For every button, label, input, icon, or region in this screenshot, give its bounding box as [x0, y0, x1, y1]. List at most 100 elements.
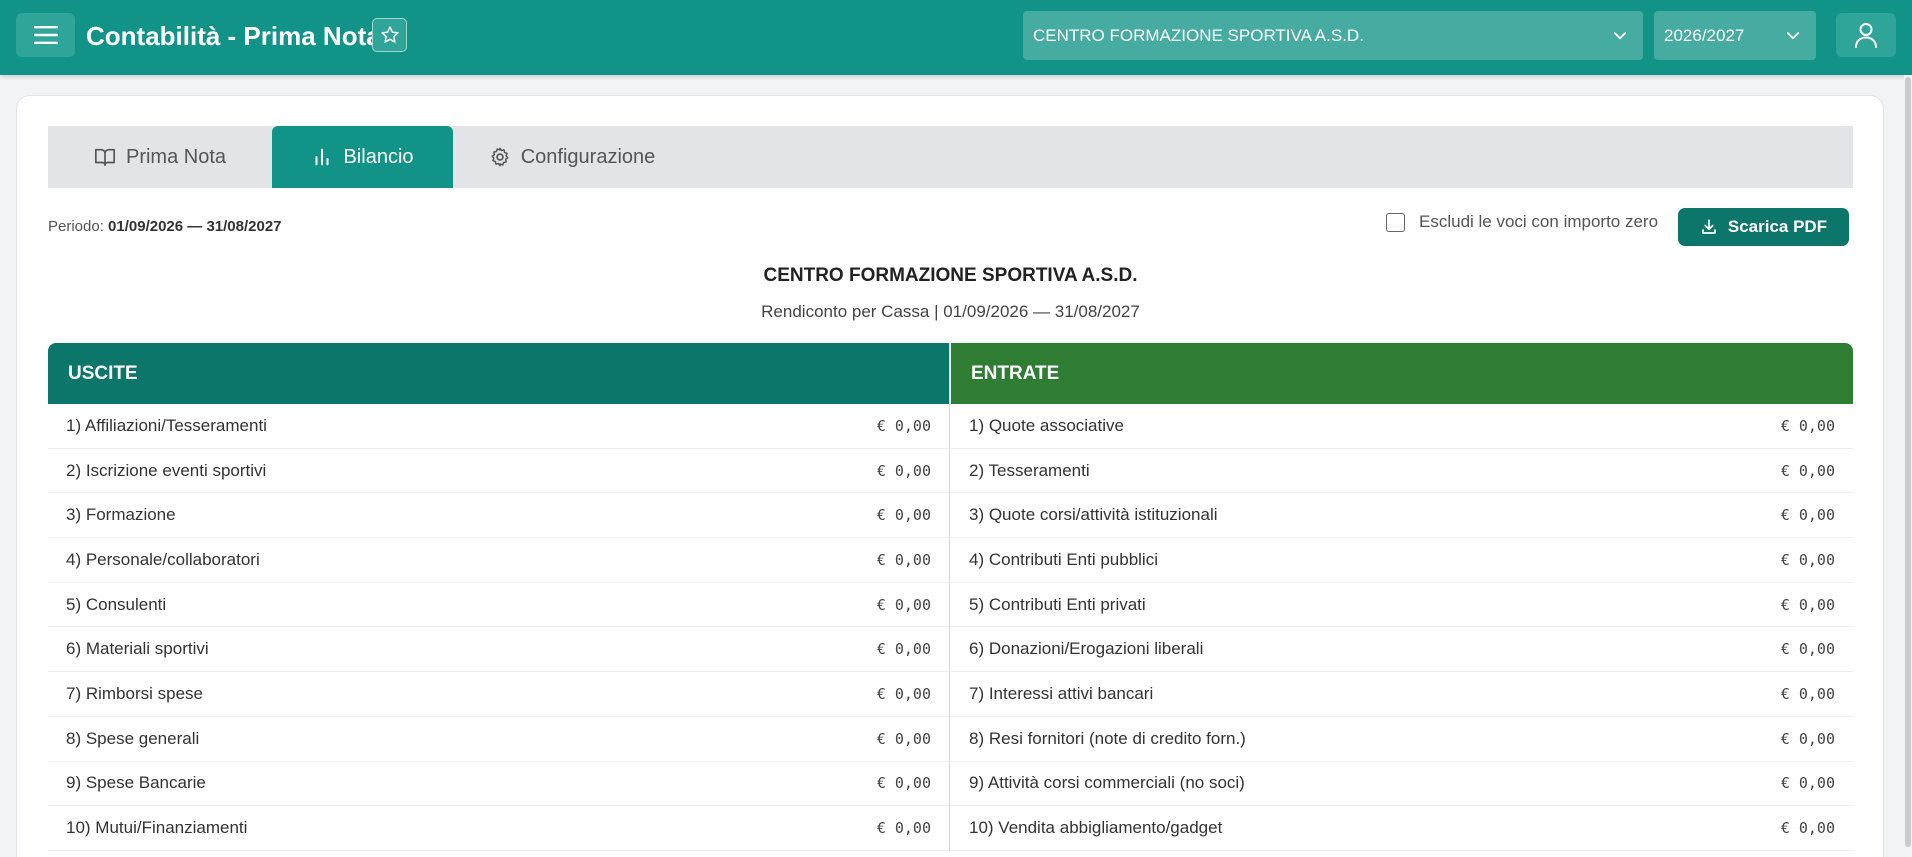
exclude-zero-checkbox[interactable]: Escludi le voci con importo zero — [1386, 212, 1658, 232]
table-row: 7) Rimborsi spese € 0,00 — [48, 672, 949, 717]
checkbox[interactable] — [1386, 212, 1405, 232]
row-label: 10) Mutui/Finanziamenti — [66, 818, 248, 838]
row-label: 2) Tesseramenti — [969, 460, 1090, 480]
table-row: 3) Formazione € 0,00 — [48, 493, 949, 539]
tab-bilancio[interactable]: Bilancio — [272, 126, 453, 188]
download-pdf-button[interactable]: Scarica PDF — [1678, 208, 1849, 246]
bar-chart-icon — [315, 148, 329, 166]
tab-bar: Prima Nota Bilancio Configurazione — [48, 126, 1853, 188]
row-label: 4) Personale/collaboratori — [66, 549, 260, 569]
table-row: 6) Donazioni/Erogazioni liberali € 0,00 — [951, 627, 1853, 673]
row-amount: € 0,00 — [1780, 684, 1835, 703]
table-row: 9) Attività corsi commerciali (no soci) €… — [951, 762, 1853, 807]
row-amount: € 0,00 — [876, 416, 931, 435]
tab-label: Bilancio — [343, 145, 414, 168]
row-label: 3) Quote corsi/attività istituzionali — [969, 505, 1218, 525]
table-row: 2) Iscrizione eventi sportivi € 0,00 — [48, 449, 949, 494]
row-amount: € 0,00 — [1780, 819, 1835, 838]
gear-icon — [491, 147, 509, 167]
row-amount: € 0,00 — [1780, 461, 1835, 480]
row-amount: € 0,00 — [876, 595, 931, 614]
row-label: 4) Contributi Enti pubblici — [969, 549, 1158, 569]
row-amount: € 0,00 — [876, 506, 931, 525]
uscite-header: USCITE — [48, 343, 949, 404]
star-icon — [380, 26, 399, 43]
row-label: 2) Iscrizione eventi sportivi — [66, 460, 267, 480]
chevron-down-icon — [1786, 32, 1800, 40]
entrate-header: ENTRATE — [951, 343, 1853, 404]
row-amount: € 0,00 — [876, 461, 931, 480]
row-label: 6) Donazioni/Erogazioni liberali — [969, 639, 1204, 659]
table-row: 10) Mutui/Finanziamenti € 0,00 — [48, 806, 949, 851]
table-row: 10) Vendita abbigliamento/gadget € 0,00 — [951, 806, 1853, 851]
table-row: 3) Quote corsi/attività istituzionali € 0… — [951, 493, 1853, 539]
row-label: 9) Spese Bancarie — [66, 773, 206, 793]
table-row: 7) Interessi attivi bancari € 0,00 — [951, 672, 1853, 717]
row-amount: € 0,00 — [876, 640, 931, 659]
chevron-down-icon — [1613, 32, 1627, 40]
row-amount: € 0,00 — [876, 819, 931, 838]
table-row: 8) Spese generali € 0,00 — [48, 717, 949, 762]
table-row: 6) Materiali sportivi € 0,00 — [48, 627, 949, 673]
row-label: 5) Consulenti — [66, 594, 167, 614]
table-row: 9) Spese Bancarie € 0,00 — [48, 762, 949, 807]
table-row: 4) Personale/collaboratori € 0,00 — [48, 538, 949, 583]
table-row: 1) Affiliazioni/Tesseramenti € 0,00 — [48, 404, 949, 449]
row-label: 6) Materiali sportivi — [66, 639, 209, 659]
table-row: 8) Resi fornitori (note di credito forn.… — [951, 717, 1853, 762]
row-amount: € 0,00 — [1780, 640, 1835, 659]
report-subtitle: Rendiconto per Cassa | 01/09/2026 — 31/0… — [761, 302, 1140, 321]
table-row: 2) Tesseramenti € 0,00 — [951, 449, 1853, 494]
row-label: 10) Vendita abbigliamento/gadget — [969, 818, 1223, 838]
row-label: 5) Contributi Enti privati — [969, 594, 1146, 614]
row-amount: € 0,00 — [1780, 506, 1835, 525]
row-label: 8) Spese generali — [66, 728, 200, 748]
year-value: 2026/2027 — [1664, 25, 1745, 45]
hamburger-icon — [33, 26, 58, 44]
period-value: 01/09/2026 — 31/08/2027 — [108, 218, 282, 235]
row-amount: € 0,00 — [1780, 774, 1835, 793]
app-title: Contabilità - Prima Nota — [86, 21, 381, 51]
row-amount: € 0,00 — [1780, 595, 1835, 614]
table-row: 5) Consulenti € 0,00 — [48, 583, 949, 628]
row-amount: € 0,00 — [1780, 729, 1835, 748]
table-row: 4) Contributi Enti pubblici € 0,00 — [951, 538, 1853, 583]
download-pdf-label: Scarica PDF — [1727, 217, 1828, 236]
row-amount: € 0,00 — [1780, 416, 1835, 435]
entrate-column: ENTRATE 1) Quote associative € 0,00 2) Te… — [951, 343, 1853, 851]
favorite-button[interactable] — [372, 18, 407, 52]
report-title: CENTRO FORMAZIONE SPORTIVA A.S.D. — [763, 265, 1138, 286]
period-info: Periodo: 01/09/2026 — 31/08/2027 — [48, 218, 282, 235]
row-label: 7) Rimborsi spese — [66, 683, 203, 703]
user-menu-button[interactable] — [1836, 13, 1896, 57]
organization-select[interactable]: CENTRO FORMAZIONE SPORTIVA A.S.D. — [1023, 11, 1643, 60]
row-label: 8) Resi fornitori (note di credito forn.… — [969, 728, 1246, 748]
scrollbar-thumb[interactable] — [1905, 77, 1911, 847]
tab-configurazione[interactable]: Configurazione — [453, 126, 691, 188]
row-label: 7) Interessi attivi bancari — [969, 683, 1154, 703]
menu-button[interactable] — [16, 13, 75, 57]
tab-label: Prima Nota — [125, 145, 227, 168]
period-label: Periodo: — [48, 218, 104, 235]
table-row: 5) Contributi Enti privati € 0,00 — [951, 583, 1853, 628]
row-amount: € 0,00 — [876, 550, 931, 569]
row-amount: € 0,00 — [1780, 550, 1835, 569]
row-label: 3) Formazione — [66, 505, 176, 525]
row-label: 1) Affiliazioni/Tesseramenti — [66, 415, 267, 435]
top-bar: Contabilità - Prima Nota CENTRO FORMAZIO… — [0, 0, 1912, 75]
year-select[interactable]: 2026/2027 — [1654, 11, 1816, 60]
table-row: 1) Quote associative € 0,00 — [951, 404, 1853, 449]
organization-value: CENTRO FORMAZIONE SPORTIVA A.S.D. — [1033, 25, 1364, 45]
book-open-icon — [94, 148, 115, 167]
row-label: 9) Attività corsi commerciali (no soci) — [969, 773, 1245, 793]
main-card: Prima Nota Bilancio Configurazione Perio… — [16, 95, 1884, 857]
tab-prima-nota[interactable]: Prima Nota — [48, 126, 272, 188]
row-amount: € 0,00 — [876, 774, 931, 793]
page-scrollbar[interactable] — [1904, 75, 1912, 857]
row-amount: € 0,00 — [876, 684, 931, 703]
user-icon — [1855, 23, 1877, 48]
uscite-column: USCITE 1) Affiliazioni/Tesseramenti € 0,0… — [48, 343, 950, 851]
row-amount: € 0,00 — [876, 729, 931, 748]
exclude-zero-label: Escludi le voci con importo zero — [1419, 212, 1659, 231]
download-icon — [1702, 219, 1716, 234]
